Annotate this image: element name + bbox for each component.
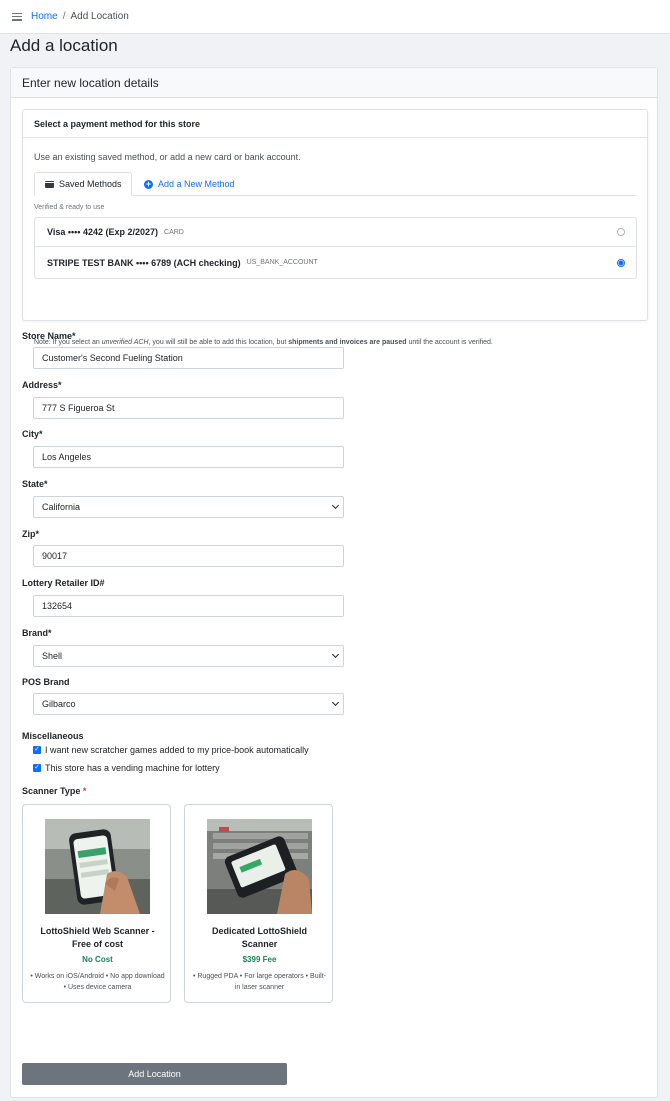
zip-label: Zip* bbox=[22, 529, 39, 539]
pos-brand-value: Gilbarco bbox=[42, 699, 76, 709]
scanner-title: Dedicated LottoShield Scanner bbox=[211, 926, 307, 949]
scanner-description: • Rugged PDA • For large operators • Bui… bbox=[192, 973, 327, 991]
payment-method-card[interactable]: Visa •••• 4242 (Exp 2/2027) CARD bbox=[34, 217, 637, 247]
scanner-label-text: Scanner Type bbox=[22, 786, 81, 796]
scanner-option-web[interactable]: LottoShield Web Scanner - Free of cost N… bbox=[22, 804, 171, 1003]
state-value: California bbox=[42, 502, 81, 512]
pda-scanner-image bbox=[207, 819, 312, 914]
lottery-id-label: Lottery Retailer ID# bbox=[22, 578, 105, 588]
brand-select[interactable]: Shell bbox=[33, 645, 344, 667]
verified-label: Verified & ready to use bbox=[34, 204, 105, 211]
payment-note: Note: If you select an unverified ACH, y… bbox=[34, 339, 493, 346]
brand-value: Shell bbox=[42, 651, 63, 661]
tab-saved-methods[interactable]: Saved Methods bbox=[34, 172, 132, 196]
top-bar: Home / Add Location bbox=[0, 0, 670, 34]
page-title: Add a location bbox=[10, 36, 118, 55]
payment-panel-title: Select a payment method for this store bbox=[23, 110, 647, 138]
method-type: CARD bbox=[164, 228, 184, 236]
scanner-title: LottoShield Web Scanner - Free of cost bbox=[40, 926, 155, 949]
payment-method-list: Visa •••• 4242 (Exp 2/2027) CARD STRIPE … bbox=[34, 217, 637, 279]
wallet-icon bbox=[45, 180, 54, 188]
location-form-card: Enter new location details Select a paym… bbox=[10, 67, 658, 1098]
misc-label: Miscellaneous bbox=[22, 731, 84, 741]
auto-pricebook-checkbox[interactable]: ✓ I want new scratcher games added to my… bbox=[33, 745, 309, 755]
method-radio-selected[interactable] bbox=[617, 258, 625, 267]
payment-description: Use an existing saved method, or add a n… bbox=[34, 152, 301, 162]
payment-method-panel: Select a payment method for this store U… bbox=[22, 109, 648, 346]
scanner-description: • Works on iOS/Android • No app download… bbox=[30, 973, 165, 991]
scanner-price: $399 Fee bbox=[242, 955, 277, 964]
store-name-label: Store Name* bbox=[22, 331, 76, 341]
address-label: Address* bbox=[22, 380, 62, 390]
tab-add-label: Add a New Method bbox=[158, 179, 235, 189]
method-type: US_BANK_ACCOUNT bbox=[246, 259, 318, 266]
breadcrumb-home[interactable]: Home bbox=[31, 11, 58, 22]
add-location-button[interactable]: Add Location bbox=[22, 1063, 287, 1085]
method-radio[interactable] bbox=[617, 228, 625, 236]
note-text: , you will still be able to add this loc… bbox=[148, 339, 289, 346]
pos-brand-select[interactable]: Gilbarco bbox=[33, 693, 344, 715]
method-name: Visa •••• 4242 (Exp 2/2027) bbox=[47, 227, 159, 237]
scanner-price: No Cost bbox=[82, 955, 113, 964]
tab-saved-label: Saved Methods bbox=[59, 179, 122, 189]
lottery-id-input[interactable] bbox=[33, 595, 344, 617]
plus-circle-icon: + bbox=[144, 178, 153, 189]
state-label: State* bbox=[22, 479, 48, 489]
pos-brand-label: POS Brand bbox=[22, 677, 70, 687]
note-emphasis: unverified ACH bbox=[101, 339, 149, 346]
required-mark: * bbox=[82, 786, 87, 796]
checkbox-label: This store has a vending machine for lot… bbox=[45, 763, 220, 773]
chevron-down-icon bbox=[331, 698, 340, 707]
chevron-down-icon bbox=[331, 501, 340, 510]
note-strong: shipments and invoices are paused bbox=[288, 339, 407, 346]
state-select[interactable]: California bbox=[33, 496, 344, 518]
brand-label: Brand* bbox=[22, 628, 52, 638]
method-name: STRIPE TEST BANK •••• 6789 (ACH checking… bbox=[47, 257, 241, 268]
chevron-down-icon bbox=[331, 650, 340, 659]
city-label: City* bbox=[22, 429, 43, 439]
menu-icon[interactable] bbox=[12, 12, 22, 21]
payment-tabs: Saved Methods + Add a New Method bbox=[34, 172, 637, 196]
check-icon[interactable]: ✓ bbox=[33, 764, 41, 772]
scanner-type-label: Scanner Type * bbox=[22, 786, 86, 796]
store-name-input[interactable] bbox=[33, 347, 344, 369]
tab-add-new-method[interactable]: + Add a New Method bbox=[144, 172, 235, 196]
note-text: until the account is verified. bbox=[406, 339, 493, 346]
breadcrumb-current: Add Location bbox=[70, 11, 129, 22]
scanner-option-dedicated[interactable]: Dedicated LottoShield Scanner $399 Fee •… bbox=[184, 804, 333, 1003]
address-input[interactable] bbox=[33, 397, 344, 419]
check-icon[interactable]: ✓ bbox=[33, 746, 41, 754]
checkbox-label: I want new scratcher games added to my p… bbox=[45, 745, 309, 755]
phone-scanner-image bbox=[45, 819, 150, 914]
vending-machine-checkbox[interactable]: ✓ This store has a vending machine for l… bbox=[33, 763, 220, 773]
breadcrumb-separator: / bbox=[62, 11, 66, 22]
zip-input[interactable] bbox=[33, 545, 344, 567]
city-input[interactable] bbox=[33, 446, 344, 468]
card-title: Enter new location details bbox=[11, 68, 657, 98]
payment-method-bank[interactable]: STRIPE TEST BANK •••• 6789 (ACH checking… bbox=[34, 247, 637, 279]
